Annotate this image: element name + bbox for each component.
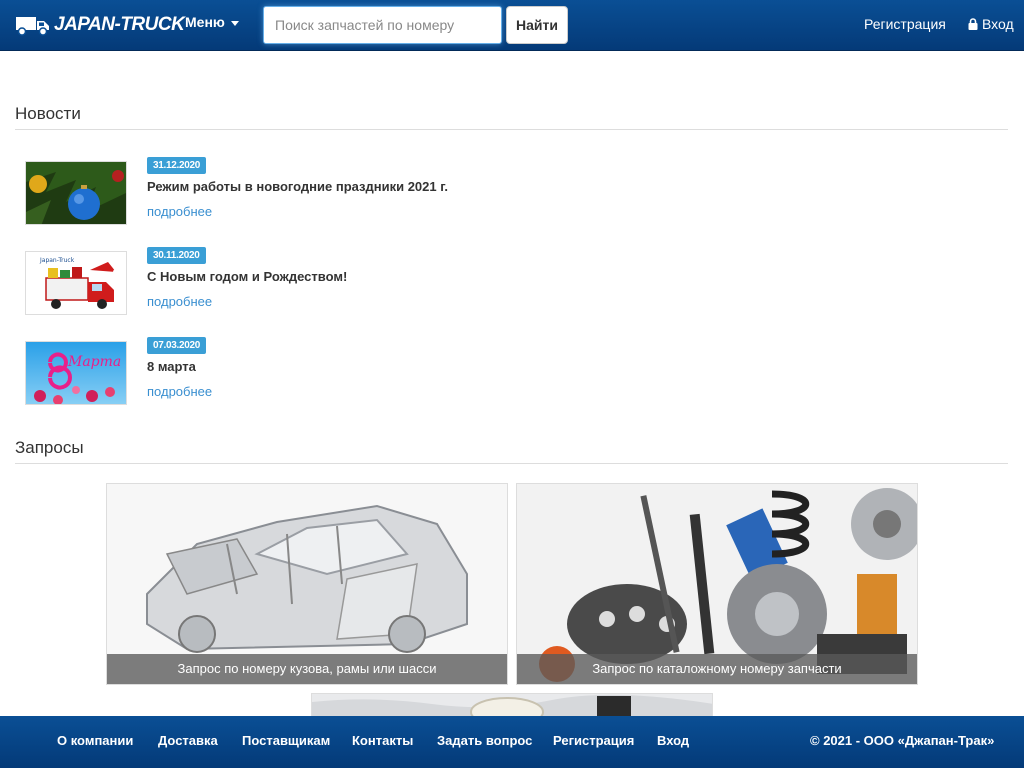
footer: О компании Доставка Поставщикам Контакты… — [0, 716, 1024, 768]
news-title[interactable]: 8 марта — [147, 359, 196, 374]
footer-link-about[interactable]: О компании — [57, 733, 133, 748]
search-input[interactable] — [263, 6, 502, 44]
register-link[interactable]: Регистрация — [864, 16, 946, 32]
footer-link-login[interactable]: Вход — [657, 733, 689, 748]
santa-truck-image: Japan-Truck — [26, 252, 126, 314]
catalog-number-request-card[interactable]: Запрос по каталожному номеру запчасти — [516, 483, 918, 685]
news-title[interactable]: С Новым годом и Рождеством! — [147, 269, 347, 284]
news-thumbnail[interactable]: Japan-Truck — [25, 251, 127, 315]
search-button[interactable]: Найти — [506, 6, 568, 44]
news-item: Марта 07.03.2020 8 марта подробнее — [25, 337, 925, 409]
lock-icon — [968, 18, 978, 30]
news-thumbnail[interactable] — [25, 161, 127, 225]
brand-name: JAPAN-TRUCK — [54, 14, 185, 35]
news-item: Japan-Truck 30.11.2020 С Новым годом и Р… — [25, 247, 925, 319]
footer-link-ask-question[interactable]: Задать вопрос — [437, 733, 532, 748]
footer-link-delivery[interactable]: Доставка — [158, 733, 218, 748]
news-date-badge: 07.03.2020 — [147, 337, 207, 354]
request-caption: Запрос по номеру кузова, рамы или шасси — [107, 654, 507, 684]
truck-icon — [16, 17, 49, 36]
brand-logo[interactable]: JAPAN-TRUCK — [16, 12, 185, 38]
thumb-march-text: Марта — [67, 354, 121, 370]
christmas-ornament-image — [26, 162, 126, 224]
news-thumbnail[interactable]: Марта — [25, 341, 127, 405]
news-more-link[interactable]: подробнее — [147, 204, 212, 219]
news-more-link[interactable]: подробнее — [147, 294, 212, 309]
top-navbar: JAPAN-TRUCK Меню Найти Регистрация Вход — [0, 0, 1024, 51]
news-section-title: Новости — [15, 104, 1008, 130]
menu-label: Меню — [185, 14, 225, 30]
news-item: 31.12.2020 Режим работы в новогодние пра… — [25, 157, 925, 229]
menu-dropdown-button[interactable]: Меню — [185, 14, 239, 30]
footer-link-register[interactable]: Регистрация — [553, 733, 634, 748]
news-date-badge: 31.12.2020 — [147, 157, 207, 174]
login-label: Вход — [982, 16, 1014, 32]
footer-link-contacts[interactable]: Контакты — [352, 733, 413, 748]
news-more-link[interactable]: подробнее — [147, 384, 212, 399]
caret-down-icon — [230, 20, 239, 26]
march-8-image: Марта — [26, 342, 126, 404]
body-number-request-card[interactable]: Запрос по номеру кузова, рамы или шасси — [106, 483, 508, 685]
request-caption: Запрос по каталожному номеру запчасти — [517, 654, 917, 684]
news-title[interactable]: Режим работы в новогодние праздники 2021… — [147, 179, 448, 194]
news-date-badge: 30.11.2020 — [147, 247, 206, 264]
requests-section-title: Запросы — [15, 438, 1008, 464]
footer-link-suppliers[interactable]: Поставщикам — [242, 733, 330, 748]
login-link[interactable]: Вход — [968, 16, 1014, 32]
copyright-text: © 2021 - ООО «Джапан-Трак» — [810, 733, 995, 748]
thumb-brand-text: Japan-Truck — [39, 257, 75, 264]
